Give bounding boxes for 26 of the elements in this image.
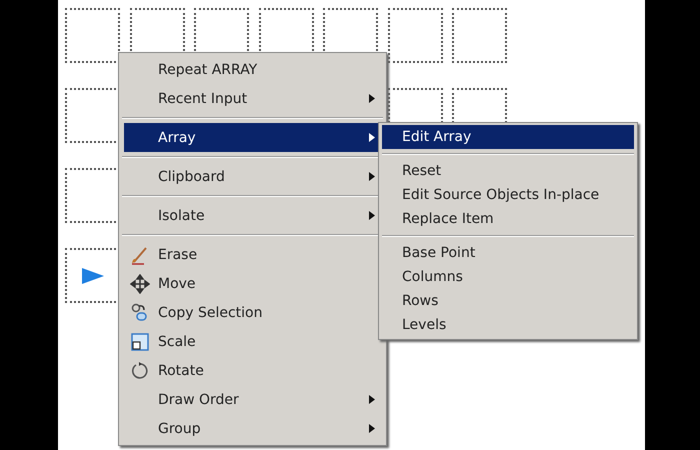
scale-icon [130,332,150,352]
menu-item[interactable]: Edit Source Objects In-place [382,183,634,207]
menu-item[interactable]: Group [124,414,381,443]
menu-item[interactable]: Copy Selection [124,298,381,327]
move-icon [130,274,150,294]
menu-item[interactable]: Draw Order [124,385,381,414]
menu-item[interactable]: Columns [382,265,634,289]
menu-item[interactable]: Edit Array [382,125,634,149]
menu-item[interactable]: Erase [124,240,381,269]
menu-item[interactable]: Rows [382,289,634,313]
menu-item[interactable]: Scale [124,327,381,356]
menu-item[interactable]: Recent Input [124,84,381,113]
menu-item[interactable]: Reset [382,159,634,183]
menu-item[interactable]: Repeat ARRAY [124,55,381,84]
rotate-icon [130,360,150,380]
menu-item[interactable]: Isolate [124,201,381,230]
menu-item[interactable]: Move [124,269,381,298]
menu-item[interactable]: Replace Item [382,207,634,231]
menu-item[interactable]: Clipboard [124,162,381,191]
dashed-square [452,8,507,63]
triangle-icon [82,268,104,284]
menu-item[interactable]: Base Point [382,241,634,265]
menu-item[interactable]: Levels [382,313,634,337]
menu-item[interactable]: Array [124,123,381,152]
dashed-square [388,8,442,63]
menu-item[interactable]: Rotate [124,356,381,385]
